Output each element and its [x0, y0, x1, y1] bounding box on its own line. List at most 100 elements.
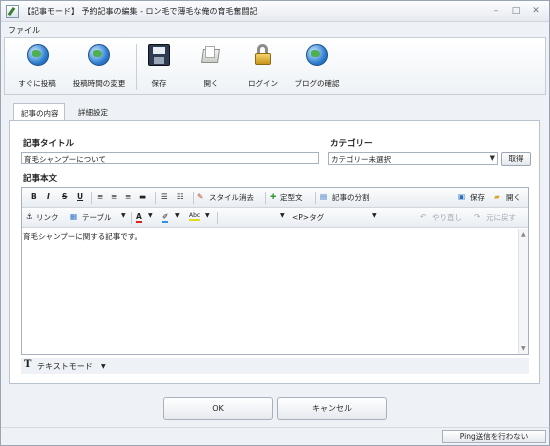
- chevron-down-icon[interactable]: ▼: [175, 212, 180, 219]
- anchor-icon: ⚓: [26, 212, 33, 221]
- editor-window: 【記事モード】 予約記事の編集 - ロン毛で薄毛な俺の育毛奮闘記 – □ ✕ フ…: [0, 0, 550, 446]
- tab-detail[interactable]: 詳細設定: [71, 103, 119, 121]
- cancel-button[interactable]: キャンセル: [277, 397, 387, 420]
- open-label: 開く: [203, 79, 219, 88]
- background-color-icon[interactable]: Abc: [189, 212, 201, 221]
- title-bar: 【記事モード】 予約記事の編集 - ロン毛で薄毛な俺の育毛奮闘記 – □ ✕: [1, 1, 549, 22]
- change-time-label: 投稿時間の変更: [72, 79, 126, 88]
- align-left-icon[interactable]: ≡: [97, 192, 103, 201]
- toolbar-separator: [315, 192, 316, 204]
- chevron-down-icon[interactable]: ▼: [205, 212, 210, 219]
- minimize-button[interactable]: –: [489, 5, 503, 17]
- link-button[interactable]: リンク: [36, 212, 59, 223]
- save-label: 保存: [151, 79, 167, 88]
- body-editor: B I S U ≡ ≡ ≡ ▬ ☰ ☷ ✎ スタイル消去 ✚ 定型文 ▤ 記事の…: [21, 187, 529, 355]
- toolbar-separator: [265, 192, 266, 204]
- ping-toggle-button[interactable]: Ping送信を行わない: [442, 430, 546, 443]
- title-input[interactable]: 育毛シャンプーについて: [21, 152, 319, 164]
- toolbar-separator: [217, 212, 218, 224]
- body-label: 記事本文: [23, 174, 58, 184]
- ribbon-separator: [136, 44, 137, 90]
- open-folder-icon: ▰: [494, 192, 500, 201]
- text-mode-button[interactable]: テキストモード: [37, 361, 93, 372]
- category-select[interactable]: カテゴリー未選択 ▼: [328, 152, 498, 165]
- padlock-icon: [252, 44, 274, 66]
- insert-toolbar: ⚓ リンク ▦ テーブル ▼ A ▼ ✐ ▼ Abc ▼ ▼ <P>タグ ▼ ↶…: [22, 208, 528, 228]
- text-mode-icon: T: [24, 359, 32, 370]
- scroll-up-icon[interactable]: ▲: [521, 231, 526, 238]
- tab-content[interactable]: 記事の内容: [13, 103, 65, 121]
- redo-button[interactable]: 元に戻す: [486, 212, 516, 223]
- ok-button[interactable]: OK: [163, 397, 273, 420]
- body-textarea[interactable]: 育毛シャンプーに関する記事です。 ▲ ▼: [22, 229, 528, 354]
- title-label: 記事タイトル: [23, 139, 75, 149]
- bold-button[interactable]: B: [31, 192, 37, 201]
- category-value: カテゴリー未選択: [331, 155, 391, 164]
- blog-check-label: ブログの確認: [294, 79, 340, 88]
- undo-button[interactable]: やり直し: [432, 212, 462, 223]
- change-time-button[interactable]: 投稿時間の変更: [65, 42, 133, 92]
- chevron-down-icon[interactable]: ▼: [148, 212, 153, 219]
- blog-check-button[interactable]: ブログの確認: [289, 42, 345, 92]
- dropdown-arrow-icon: ▼: [489, 154, 495, 162]
- chevron-down-icon[interactable]: ▼: [121, 212, 126, 219]
- vertical-scrollbar[interactable]: ▲ ▼: [518, 229, 528, 354]
- floppy-disk-icon: [148, 44, 170, 66]
- tag-select[interactable]: <P>タグ: [292, 212, 324, 223]
- undo-arrow-icon: ↶: [420, 212, 427, 221]
- font-color-icon[interactable]: A: [136, 212, 142, 223]
- strike-button[interactable]: S: [62, 192, 67, 201]
- globe-upload-icon: [27, 44, 49, 66]
- table-button[interactable]: テーブル: [82, 212, 112, 223]
- window-title: 【記事モード】 予約記事の編集 - ロン毛で薄毛な俺の育毛奮闘記: [23, 7, 258, 16]
- chevron-down-icon[interactable]: ▼: [280, 212, 285, 219]
- bullet-list-icon[interactable]: ☰: [161, 192, 168, 201]
- login-label: ログイン: [248, 79, 278, 88]
- editor-open-button[interactable]: 開く: [506, 192, 521, 203]
- toolbar-separator: [131, 212, 132, 224]
- toolbar-separator: [155, 192, 156, 204]
- horizontal-rule-icon[interactable]: ▬: [139, 192, 146, 201]
- mode-bar: T テキストモード ▼: [21, 358, 529, 374]
- italic-button[interactable]: I: [47, 192, 50, 201]
- save-button[interactable]: 保存: [139, 42, 179, 92]
- status-bar: Ping送信を行わない: [1, 427, 549, 445]
- floppy-disk-icon: ▣: [458, 192, 466, 201]
- post-now-button[interactable]: すぐに投稿: [9, 42, 65, 92]
- post-now-label: すぐに投稿: [18, 79, 56, 88]
- scroll-down-icon[interactable]: ▼: [521, 345, 526, 352]
- globe-check-icon: [306, 44, 328, 66]
- globe-clock-icon: [88, 44, 110, 66]
- open-button[interactable]: 開く: [191, 42, 231, 92]
- ribbon-toolbar: すぐに投稿 投稿時間の変更 保存 開く ログイン ブログの確認: [4, 37, 546, 95]
- template-icon: ✚: [270, 192, 277, 201]
- chevron-down-icon[interactable]: ▼: [372, 212, 377, 219]
- underline-button[interactable]: U: [77, 192, 83, 201]
- format-toolbar: B I S U ≡ ≡ ≡ ▬ ☰ ☷ ✎ スタイル消去 ✚ 定型文 ▤ 記事の…: [22, 188, 528, 208]
- table-icon: ▦: [70, 212, 78, 221]
- open-folder-icon: [200, 44, 222, 66]
- align-center-icon[interactable]: ≡: [111, 192, 117, 201]
- menu-file[interactable]: ファイル: [8, 25, 40, 36]
- category-label: カテゴリー: [330, 139, 373, 149]
- app-pencil-icon: [6, 5, 19, 18]
- editor-save-button[interactable]: 保存: [470, 192, 485, 203]
- split-icon: ▤: [320, 192, 328, 201]
- login-button[interactable]: ログイン: [241, 42, 285, 92]
- numbered-list-icon[interactable]: ☷: [177, 192, 184, 201]
- eraser-icon: ✎: [197, 192, 204, 201]
- menu-bar: ファイル: [1, 22, 549, 37]
- toolbar-separator: [193, 192, 194, 204]
- fetch-button[interactable]: 取得: [501, 152, 531, 166]
- chevron-down-icon[interactable]: ▼: [101, 363, 106, 370]
- template-button[interactable]: 定型文: [280, 192, 303, 203]
- style-clear-button[interactable]: スタイル消去: [209, 192, 254, 203]
- highlight-color-icon[interactable]: ✐: [162, 212, 169, 223]
- split-button[interactable]: 記事の分割: [332, 192, 370, 203]
- align-right-icon[interactable]: ≡: [125, 192, 131, 201]
- redo-arrow-icon: ↷: [474, 212, 481, 221]
- close-button[interactable]: ✕: [529, 5, 543, 17]
- body-text: 育毛シャンプーに関する記事です。: [23, 232, 143, 241]
- toolbar-separator: [91, 192, 92, 204]
- maximize-button[interactable]: □: [509, 5, 523, 17]
